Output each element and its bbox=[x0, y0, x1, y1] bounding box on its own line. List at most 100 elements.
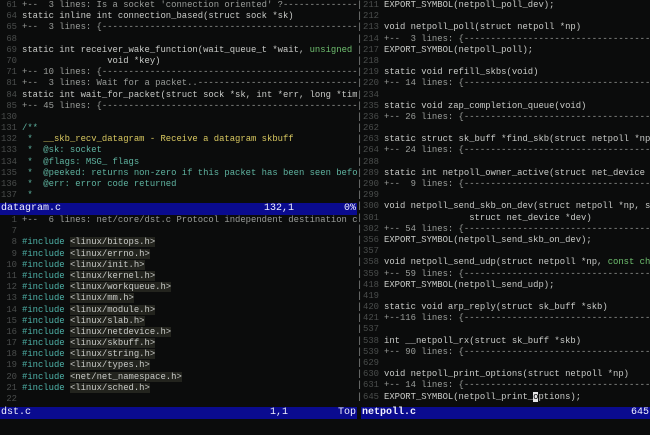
code-line[interactable]: 219 static void refill_skbs(void) bbox=[361, 67, 650, 78]
code-line[interactable]: 135 * @peeked: returns non-zero if this … bbox=[0, 168, 357, 179]
status-bar-dst[interactable]: dst.c 1,1 Top bbox=[0, 407, 357, 419]
code-text: static struct sk_buff *find_skb(struct n… bbox=[384, 134, 650, 145]
line-number: 13 bbox=[6, 293, 17, 304]
code-line[interactable]: 13 #include <linux/mm.h> bbox=[0, 293, 357, 304]
code-line[interactable]: 18 #include <linux/string.h> bbox=[0, 349, 357, 360]
fold-line[interactable]: 220 +-- 14 lines: {----------------------… bbox=[361, 78, 650, 89]
editor-pane-datagram[interactable]: 61 +-- 3 lines: Is a socket 'connection o… bbox=[0, 0, 357, 215]
fold-line[interactable]: 214 +-- 3 lines: {-----------------------… bbox=[361, 34, 650, 45]
fold-line[interactable]: 264 +-- 24 lines: {----------------------… bbox=[361, 145, 650, 156]
code-line[interactable]: 134 * @flags: MSG_ flags bbox=[0, 157, 357, 168]
code-line[interactable]: 289 static int netpoll_owner_active(struc… bbox=[361, 168, 650, 179]
editor-pane-netpoll[interactable]: 211 EXPORT_SYMBOL(netpoll_poll_dev); 212 21… bbox=[361, 0, 650, 419]
code-line[interactable]: 21 #include <linux/sched.h> bbox=[0, 382, 357, 394]
code-line[interactable]: 16 #include <linux/netdevice.h> bbox=[0, 326, 357, 338]
code-line[interactable]: 12 #include <linux/workqueue.h> bbox=[0, 282, 357, 293]
code-line[interactable]: 19 #include <linux/types.h> bbox=[0, 360, 357, 371]
code-line[interactable]: 537 bbox=[361, 324, 650, 335]
code-line[interactable]: 262 bbox=[361, 123, 650, 134]
fold-line[interactable]: 81 +-- 3 lines: Wait for a packet..------… bbox=[0, 78, 357, 89]
code-line[interactable]: 358 void netpoll_send_udp(struct netpoll … bbox=[361, 257, 650, 268]
code-line[interactable]: 212 bbox=[361, 11, 650, 22]
command-line[interactable] bbox=[0, 420, 650, 435]
code-line[interactable]: 17 #include <linux/skbuff.h> bbox=[0, 338, 357, 349]
fold-line[interactable]: 85 +-- 45 lines: {-----------------------… bbox=[0, 101, 357, 112]
fold-line[interactable]: 421 +--116 lines: {----------------------… bbox=[361, 313, 650, 324]
line-number: 15 bbox=[6, 315, 17, 326]
code-line[interactable]: 70 void *key) bbox=[0, 56, 357, 67]
code-line[interactable]: 11 #include <linux/kernel.h> bbox=[0, 270, 357, 282]
code-line[interactable]: 14 #include <linux/module.h> bbox=[0, 304, 357, 316]
code-line[interactable]: 288 bbox=[361, 157, 650, 168]
fold-line[interactable]: 631 +-- 14 lines: {----------------------… bbox=[361, 380, 650, 391]
code-line[interactable]: 133 * @sk: socket bbox=[0, 145, 357, 156]
code-line[interactable]: 301 struct net_device *dev) bbox=[361, 213, 650, 224]
code-line[interactable]: 235 static void zap_completion_queue(void… bbox=[361, 101, 650, 112]
code-line[interactable]: 84 static int wait_for_packet(struct sock… bbox=[0, 90, 357, 101]
code-line[interactable]: 20 #include <net/net_namespace.h> bbox=[0, 371, 357, 383]
line-number: 17 bbox=[6, 338, 17, 349]
code-line[interactable]: 419 bbox=[361, 291, 650, 302]
code-line[interactable]: 64 static inline int connection_based(str… bbox=[0, 11, 357, 22]
code-text: +-- 3 lines: Wait for a packet..--------… bbox=[22, 78, 357, 89]
code-line[interactable]: 645 EXPORT_SYMBOL(netpoll_print_options); bbox=[361, 391, 650, 403]
line-number: 289 bbox=[363, 167, 379, 178]
fold-line[interactable]: 539 +-- 90 lines: {----------------------… bbox=[361, 347, 650, 358]
fold-line[interactable]: 302 +-- 54 lines: {----------------------… bbox=[361, 224, 650, 235]
code-line[interactable]: 8 #include <linux/bitops.h> bbox=[0, 237, 357, 248]
code-line[interactable]: 211 EXPORT_SYMBOL(netpoll_poll_dev); bbox=[361, 0, 650, 11]
line-number: 213 bbox=[363, 22, 379, 33]
code-line[interactable]: 22 bbox=[0, 394, 357, 405]
status-bar-netpoll[interactable]: netpoll.c 645 bbox=[361, 407, 650, 419]
code-line[interactable]: 420 static void arp_reply(struct sk_buff … bbox=[361, 302, 650, 313]
code-text: <linux/types.h> bbox=[69, 360, 150, 371]
line-number: 359 bbox=[363, 268, 379, 279]
code-line[interactable]: 300 void netpoll_send_skb_on_dev(struct n… bbox=[361, 201, 650, 212]
code-line[interactable]: 15 #include <linux/slab.h> bbox=[0, 315, 357, 327]
code-line[interactable]: 418 EXPORT_SYMBOL(netpoll_send_udp); bbox=[361, 280, 650, 291]
fold-line[interactable]: 65 +-- 3 lines: {------------------------… bbox=[0, 22, 357, 33]
code-line[interactable]: 136 * @err: error code returned bbox=[0, 179, 357, 190]
fold-line[interactable]: 290 +-- 9 lines: {-----------------------… bbox=[361, 179, 650, 190]
code-line[interactable]: 9 #include <linux/errno.h> bbox=[0, 248, 357, 260]
code-line[interactable]: 263 static struct sk_buff *find_skb(struc… bbox=[361, 134, 650, 145]
code-text: +-- 3 lines: {--------------------------… bbox=[22, 22, 357, 33]
code-text: #include bbox=[22, 237, 70, 248]
line-number: 84 bbox=[6, 89, 17, 100]
code-line[interactable]: 217 EXPORT_SYMBOL(netpoll_poll); bbox=[361, 45, 650, 56]
code-line[interactable]: 357 bbox=[361, 246, 650, 257]
code-line[interactable]: 538 int __netpoll_rx(struct sk_buff *skb) bbox=[361, 336, 650, 347]
line-number: 21 bbox=[6, 382, 17, 393]
fold-line[interactable]: 236 +-- 26 lines: {----------------------… bbox=[361, 112, 650, 123]
fold-line[interactable]: 61 +-- 3 lines: Is a socket 'connection o… bbox=[0, 0, 357, 11]
code-line[interactable]: 130 bbox=[0, 112, 357, 123]
code-line[interactable]: 131 /** bbox=[0, 123, 357, 134]
code-text: * @sk: socket bbox=[22, 145, 102, 156]
line-number: 302 bbox=[363, 223, 379, 234]
code-text: +-- 54 lines: {-------------------------… bbox=[384, 223, 650, 234]
line-number: 8 bbox=[11, 237, 17, 248]
code-line[interactable]: 10 #include <linux/init.h> bbox=[0, 259, 357, 271]
fold-line[interactable]: 359 +-- 59 lines: {----------------------… bbox=[361, 269, 650, 280]
fold-line[interactable]: 1 +-- 6 lines: net/core/dst.c Protocol in… bbox=[0, 215, 357, 226]
code-line[interactable]: 213 void netpoll_poll(struct netpoll *np) bbox=[361, 22, 650, 33]
status-bar-datagram[interactable]: datagram.c 132,1 0% bbox=[0, 203, 357, 215]
code-line[interactable]: 630 void netpoll_print_options(struct net… bbox=[361, 369, 650, 380]
code-line[interactable]: 137 * bbox=[0, 190, 357, 201]
code-line[interactable]: 7 bbox=[0, 226, 357, 237]
code-line[interactable]: 218 bbox=[361, 56, 650, 67]
code-line[interactable]: 234 bbox=[361, 90, 650, 101]
code-line[interactable]: 299 bbox=[361, 190, 650, 201]
code-line[interactable]: 69 static int receiver_wake_function(wait… bbox=[0, 45, 357, 56]
editor-pane-dst[interactable]: 1 +-- 6 lines: net/core/dst.c Protocol in… bbox=[0, 215, 357, 419]
fold-line[interactable]: 71 +-- 10 lines: {-----------------------… bbox=[0, 67, 357, 78]
line-number: 539 bbox=[363, 346, 379, 357]
code-line[interactable]: 68 bbox=[0, 34, 357, 45]
status-cursor-pos: 1,1 bbox=[269, 407, 288, 418]
code-line[interactable]: 356 EXPORT_SYMBOL(netpoll_send_skb_on_dev… bbox=[361, 235, 650, 246]
line-number: 20 bbox=[6, 371, 17, 382]
code-line[interactable]: 132 * __skb_recv_datagram - Receive a da… bbox=[0, 134, 357, 145]
line-number: 537 bbox=[363, 324, 379, 335]
code-line[interactable]: 629 bbox=[361, 358, 650, 369]
code-text: /** bbox=[22, 123, 38, 134]
